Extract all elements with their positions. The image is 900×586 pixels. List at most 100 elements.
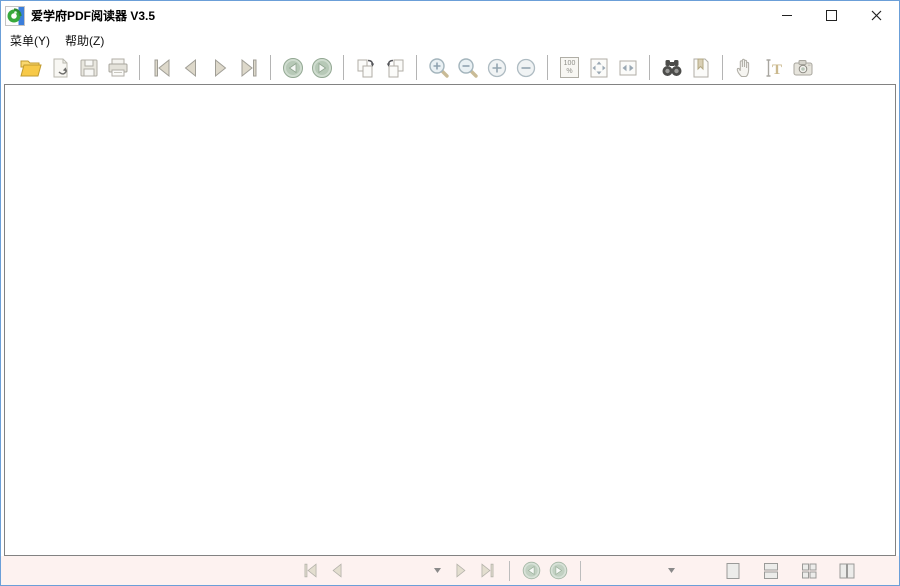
actual-size-text-bottom: % [566, 68, 572, 76]
next-page-icon [208, 56, 232, 80]
two-page-view-button[interactable] [833, 560, 860, 582]
forward-view-icon [310, 56, 334, 80]
snapshot-icon [791, 56, 815, 80]
back-view-icon [521, 560, 542, 581]
zoom-out-button[interactable] [512, 54, 539, 81]
snapshot-button[interactable] [789, 54, 816, 81]
rotate-clockwise-button[interactable] [352, 54, 379, 81]
statusbar-separator [580, 561, 581, 581]
toolbar-separator [547, 55, 548, 80]
bookmark-button[interactable] [687, 54, 714, 81]
svg-text:T: T [772, 62, 782, 78]
print-button[interactable] [104, 54, 131, 81]
back-view-button[interactable] [279, 54, 306, 81]
statusbar-prev-page-button[interactable] [324, 560, 351, 582]
save-button[interactable] [75, 54, 102, 81]
maximize-icon [826, 10, 837, 21]
prev-page-button[interactable] [177, 54, 204, 81]
prev-page-icon [179, 56, 203, 80]
actual-size-text-top: 100 [564, 60, 576, 68]
toolbar-separator [649, 55, 650, 80]
toolbar-separator [343, 55, 344, 80]
forward-view-icon [548, 560, 569, 581]
zoom-out-tool-button[interactable] [454, 54, 481, 81]
window-controls [764, 1, 899, 30]
zoom-in-button[interactable] [483, 54, 510, 81]
statusbar-next-page-button[interactable] [447, 560, 474, 582]
next-page-button[interactable] [206, 54, 233, 81]
minimize-button[interactable] [764, 1, 809, 30]
open-button[interactable] [17, 54, 44, 81]
single-page-button[interactable] [719, 560, 746, 582]
fit-page-icon [587, 56, 611, 80]
rotate-counterclockwise-button[interactable] [381, 54, 408, 81]
open-folder-icon [19, 56, 43, 80]
bookmark-icon [689, 56, 713, 80]
menu-item-help[interactable]: 帮助(Z) [65, 32, 104, 49]
first-page-button[interactable] [148, 54, 175, 81]
dropdown-arrow-icon [668, 568, 675, 573]
page-selector-combobox[interactable] [351, 561, 447, 581]
hand-tool-icon [733, 56, 757, 80]
back-view-icon [281, 56, 305, 80]
app-logo-icon [5, 6, 25, 26]
document-viewport [4, 84, 896, 556]
fit-width-button[interactable] [614, 54, 641, 81]
statusbar-back-view-button[interactable] [518, 560, 545, 582]
rotate-cw-icon [354, 56, 378, 80]
first-page-icon [150, 56, 174, 80]
last-page-icon [478, 561, 497, 580]
status-bar [1, 556, 899, 585]
statusbar-forward-view-button[interactable] [545, 560, 572, 582]
close-icon [871, 10, 882, 21]
zoom-in-tool-icon [427, 56, 451, 80]
zoom-in-tool-button[interactable] [425, 54, 452, 81]
close-button[interactable] [854, 1, 899, 30]
first-page-icon [301, 561, 320, 580]
text-select-button[interactable]: T [760, 54, 787, 81]
fit-page-button[interactable] [585, 54, 612, 81]
zoom-out-icon [514, 56, 538, 80]
actual-size-icon: 100 % [560, 57, 579, 78]
zoom-in-icon [485, 56, 509, 80]
save-as-icon [48, 56, 72, 80]
find-icon [660, 56, 684, 80]
toolbar-separator [416, 55, 417, 80]
find-button[interactable] [658, 54, 685, 81]
statusbar-last-page-button[interactable] [474, 560, 501, 582]
minimize-icon [782, 15, 792, 16]
fit-width-icon [616, 56, 640, 80]
zoom-selector-combobox[interactable] [589, 561, 681, 581]
facing-pages-icon [799, 561, 819, 581]
text-select-icon: T [762, 56, 786, 80]
print-icon [106, 56, 130, 80]
toolbar-separator [722, 55, 723, 80]
title-bar: 爱学府PDF阅读器 V3.5 [1, 1, 899, 30]
maximize-button[interactable] [809, 1, 854, 30]
save-as-button[interactable] [46, 54, 73, 81]
window-title: 爱学府PDF阅读器 V3.5 [31, 7, 155, 24]
hand-tool-button[interactable] [731, 54, 758, 81]
main-toolbar: 100 % [1, 51, 899, 84]
last-page-icon [237, 56, 261, 80]
actual-size-button[interactable]: 100 % [556, 54, 583, 81]
menu-item-main[interactable]: 菜单(Y) [10, 32, 50, 49]
dropdown-arrow-icon [434, 568, 441, 573]
toolbar-separator [139, 55, 140, 80]
rotate-ccw-icon [383, 56, 407, 80]
forward-view-button[interactable] [308, 54, 335, 81]
prev-page-icon [328, 561, 347, 580]
menu-bar: 菜单(Y) 帮助(Z) [1, 30, 899, 51]
continuous-pages-button[interactable] [757, 560, 784, 582]
zoom-out-tool-icon [456, 56, 480, 80]
statusbar-first-page-button[interactable] [297, 560, 324, 582]
toolbar-separator [270, 55, 271, 80]
page-layout-group [719, 560, 860, 582]
facing-pages-button[interactable] [795, 560, 822, 582]
continuous-pages-icon [761, 561, 781, 581]
next-page-icon [451, 561, 470, 580]
statusbar-separator [509, 561, 510, 581]
last-page-button[interactable] [235, 54, 262, 81]
save-icon [77, 56, 101, 80]
two-page-view-icon [837, 561, 857, 581]
